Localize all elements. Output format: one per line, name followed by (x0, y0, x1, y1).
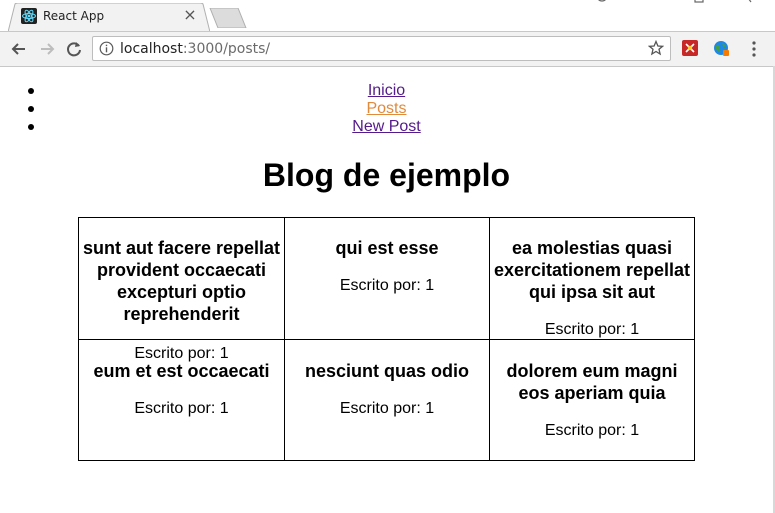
post-author: Escrito por: 1 (339, 277, 435, 294)
post-title[interactable]: ea molestias quasi exercitationem repell… (490, 237, 694, 303)
active-tab[interactable] (8, 3, 210, 32)
bookmark-star-icon[interactable] (648, 40, 664, 56)
post-card[interactable]: qui est esse Escrito por: 1 (284, 217, 490, 340)
post-author: Escrito por: 1 (544, 321, 640, 338)
posts-grid: sunt aut facere repellat provident occae… (78, 217, 695, 461)
url-path: :3000/posts/ (182, 41, 271, 57)
post-card[interactable]: nesciunt quas odio Escrito por: 1 (284, 339, 490, 461)
nav-link-new-post[interactable]: New Post (352, 118, 420, 135)
nav-item-inicio: Inicio (0, 82, 773, 100)
page-content: Inicio Posts New Post Blog de ejemplo su… (0, 67, 773, 513)
info-icon[interactable] (99, 41, 114, 56)
browser-toolbar: localhost:3000/posts/ (0, 32, 775, 67)
post-author: Escrito por: 1 (544, 422, 640, 439)
bullet-icon (28, 106, 34, 112)
post-title[interactable]: eum et est occaecati (79, 360, 284, 382)
url-text: localhost:3000/posts/ (120, 40, 270, 58)
nav-item-posts: Posts (0, 100, 773, 118)
post-title[interactable]: nesciunt quas odio (285, 360, 489, 382)
nav-link-inicio[interactable]: Inicio (368, 82, 405, 99)
post-card[interactable]: ea molestias quasi exercitationem repell… (489, 217, 695, 340)
forward-arrow-icon[interactable] (37, 39, 57, 59)
extension-globe-icon[interactable] (713, 40, 729, 56)
new-tab-button[interactable] (208, 8, 248, 28)
post-title[interactable]: sunt aut facere repellat provident occae… (79, 237, 284, 325)
tab-title: React App (43, 9, 105, 23)
back-arrow-icon[interactable] (9, 39, 29, 59)
post-card[interactable]: Escrito por: 1 eum et est occaecati Escr… (78, 339, 285, 461)
tab-strip: React App × (0, 0, 775, 32)
page-title: Blog de ejemplo (262, 157, 511, 193)
window-controls (598, 0, 752, 3)
post-card[interactable]: dolorem eum magni eos aperiam quia Escri… (489, 339, 695, 461)
url-host: localhost (120, 41, 183, 57)
browser-menu-icon[interactable] (747, 40, 761, 58)
post-title[interactable]: qui est esse (285, 237, 489, 259)
post-card[interactable]: sunt aut facere repellat provident occae… (78, 217, 285, 340)
site-nav: Inicio Posts New Post (0, 82, 773, 136)
close-window-icon (748, 0, 752, 3)
nav-link-posts[interactable]: Posts (366, 100, 406, 117)
restore-window-icon (694, 0, 704, 3)
window-control-partial-icon (598, 0, 606, 2)
bullet-icon (28, 124, 34, 130)
react-favicon-icon (21, 8, 37, 24)
tab-close-icon[interactable]: × (182, 7, 198, 23)
reload-icon[interactable] (64, 39, 84, 59)
extension-red-icon[interactable] (682, 40, 698, 56)
address-bar[interactable]: localhost:3000/posts/ (92, 36, 671, 61)
post-author: Escrito por: 1 (339, 400, 435, 417)
nav-item-new-post: New Post (0, 118, 773, 136)
bullet-icon (28, 88, 34, 94)
post-author: Escrito por: 1 (134, 400, 229, 417)
post-title[interactable]: dolorem eum magni eos aperiam quia (490, 360, 694, 404)
